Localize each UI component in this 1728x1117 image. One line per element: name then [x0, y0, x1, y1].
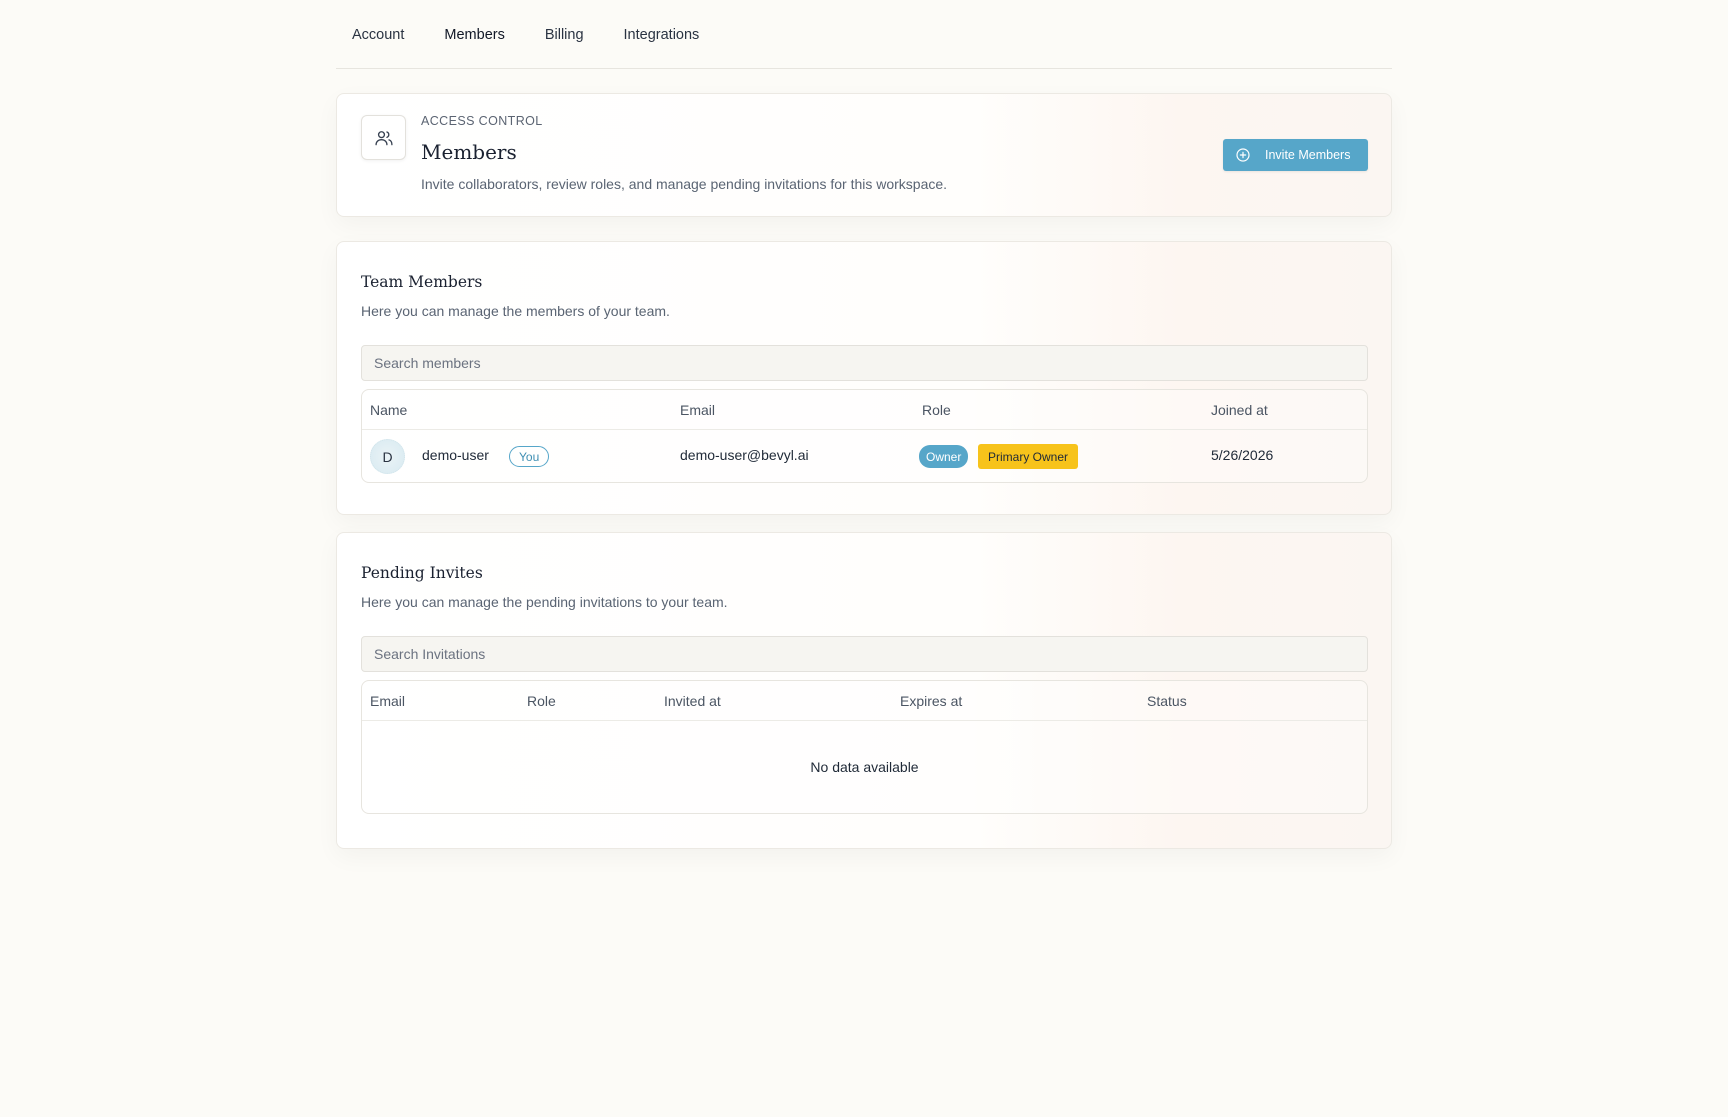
you-badge: You: [509, 446, 550, 467]
tab-members[interactable]: Members: [444, 27, 504, 43]
table-header: Name Email Role Joined at: [362, 390, 1367, 430]
pending-invites-subtitle: Here you can manage the pending invitati…: [361, 594, 728, 610]
column-header-role[interactable]: Role: [527, 693, 556, 709]
settings-page: Account Members Billing Integrations ACC…: [336, 0, 1392, 849]
primary-owner-badge: Primary Owner: [978, 444, 1079, 469]
members-header-card: ACCESS CONTROL Members Invite collaborat…: [336, 93, 1392, 217]
plus-circle-icon: [1236, 148, 1250, 162]
column-header-expires-at[interactable]: Expires at: [900, 693, 962, 709]
tab-integrations[interactable]: Integrations: [624, 27, 700, 43]
column-header-joined-at[interactable]: Joined at: [1211, 402, 1268, 418]
column-header-status[interactable]: Status: [1147, 693, 1187, 709]
column-header-role[interactable]: Role: [922, 402, 951, 418]
owner-role-badge: Owner: [919, 445, 969, 468]
member-email: demo-user@bevyl.ai: [680, 447, 809, 463]
tab-billing[interactable]: Billing: [545, 27, 584, 43]
invite-members-button[interactable]: Invite Members: [1223, 139, 1368, 171]
team-members-table: Name Email Role Joined at D demo-user Yo…: [361, 389, 1368, 483]
team-members-card: Team Members Here you can manage the mem…: [336, 241, 1392, 515]
table-row[interactable]: D demo-user You demo-user@bevyl.ai Owner…: [362, 430, 1367, 482]
table-header: Email Role Invited at Expires at Status: [362, 681, 1367, 721]
column-header-name[interactable]: Name: [370, 402, 407, 418]
member-joined-at: 5/26/2026: [1211, 447, 1274, 463]
team-members-title: Team Members: [361, 273, 483, 291]
column-header-email[interactable]: Email: [370, 693, 405, 709]
page-title: Members: [421, 140, 517, 164]
member-name: demo-user: [422, 447, 489, 463]
empty-state-message: No data available: [810, 759, 919, 775]
column-header-email[interactable]: Email: [680, 402, 715, 418]
search-members-input[interactable]: [361, 345, 1368, 381]
column-header-invited-at[interactable]: Invited at: [664, 693, 721, 709]
pending-invites-title: Pending Invites: [361, 564, 483, 582]
page-subtitle: Invite collaborators, review roles, and …: [421, 176, 948, 192]
pending-invites-table: Email Role Invited at Expires at Status …: [361, 680, 1368, 814]
pending-invites-card: Pending Invites Here you can manage the …: [336, 532, 1392, 849]
tab-account[interactable]: Account: [352, 27, 404, 43]
section-eyebrow: ACCESS CONTROL: [421, 114, 543, 128]
settings-tabs: Account Members Billing Integrations: [336, 0, 1392, 69]
users-icon: [361, 115, 406, 160]
team-members-subtitle: Here you can manage the members of your …: [361, 303, 670, 319]
search-invitations-input[interactable]: [361, 636, 1368, 672]
invite-members-label: Invite Members: [1265, 148, 1351, 162]
avatar: D: [370, 439, 405, 474]
